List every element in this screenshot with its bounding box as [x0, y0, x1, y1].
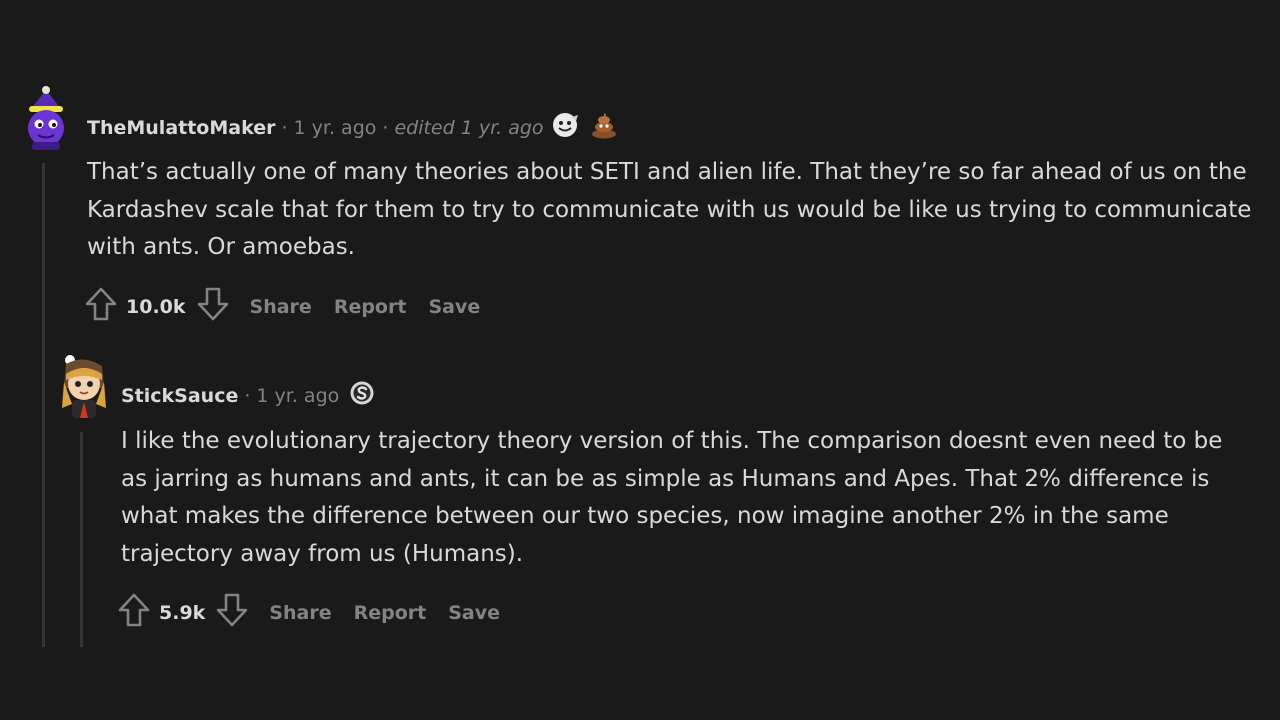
- snoo-avatar-icon: [28, 86, 64, 150]
- avatar[interactable]: [20, 84, 72, 150]
- report-button[interactable]: Report: [354, 602, 427, 624]
- username[interactable]: TheMulattoMaker: [87, 117, 275, 139]
- edited-timestamp: edited 1 yr. ago: [394, 116, 544, 139]
- upvote-icon[interactable]: [117, 592, 151, 633]
- vote-score: 5.9k: [159, 601, 206, 624]
- vote-score: 10.0k: [126, 295, 186, 318]
- poop-award-icon[interactable]: [590, 111, 618, 144]
- separator: ·: [244, 384, 251, 407]
- comment-actions: 5.9k Share Report Save: [117, 592, 500, 633]
- comment-meta: TheMulattoMaker · 1 yr. ago · edited 1 y…: [87, 111, 618, 144]
- username[interactable]: StickSauce: [121, 385, 238, 407]
- silver-award-icon[interactable]: [349, 380, 375, 411]
- comment-body: I like the evolutionary trajectory theor…: [121, 428, 1223, 567]
- separator: ·: [281, 116, 288, 139]
- separator: ·: [382, 116, 389, 139]
- avatar[interactable]: [58, 352, 110, 418]
- thread-line-level-1[interactable]: [42, 163, 45, 647]
- comment-actions: 10.0k Share Report Save: [84, 286, 480, 327]
- upvote-icon[interactable]: [84, 286, 118, 327]
- timestamp[interactable]: 1 yr. ago: [294, 117, 377, 139]
- comment-thread: TheMulattoMaker · 1 yr. ago · edited 1 y…: [0, 0, 1280, 720]
- timestamp[interactable]: 1 yr. ago: [256, 385, 339, 407]
- share-button[interactable]: Share: [250, 296, 312, 318]
- comment-body: That’s actually one of many theories abo…: [87, 159, 1252, 260]
- share-button[interactable]: Share: [269, 602, 331, 624]
- save-button[interactable]: Save: [428, 296, 480, 318]
- save-button[interactable]: Save: [448, 602, 500, 624]
- thread-line-level-2[interactable]: [80, 432, 83, 647]
- snoo-avatar-icon: [62, 355, 106, 418]
- report-button[interactable]: Report: [334, 296, 407, 318]
- comment-meta: StickSauce · 1 yr. ago: [121, 380, 375, 411]
- wholesome-award-icon[interactable]: [550, 112, 580, 143]
- downvote-icon[interactable]: [215, 592, 249, 633]
- downvote-icon[interactable]: [196, 286, 230, 327]
